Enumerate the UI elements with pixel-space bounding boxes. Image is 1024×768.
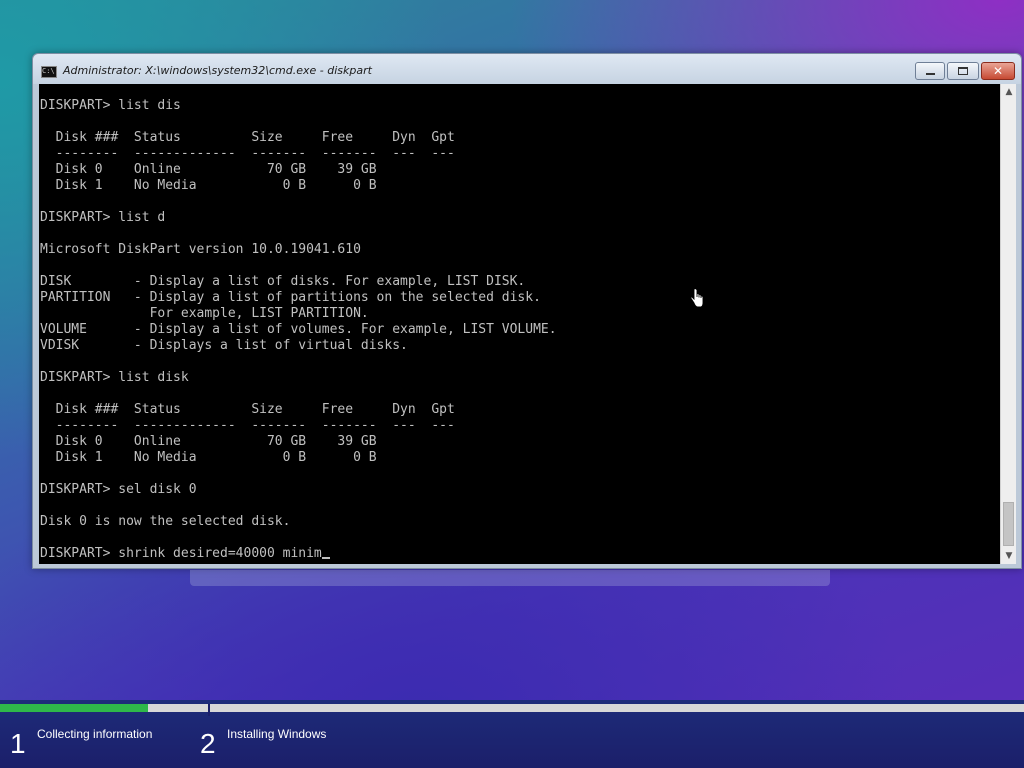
scrollbar-thumb[interactable]: [1003, 502, 1014, 546]
scroll-down-arrow-icon[interactable]: ▼: [1001, 548, 1017, 564]
progress-track: [0, 704, 1024, 716]
console-history: DISKPART> list dis Disk ### Status Size …: [40, 98, 557, 529]
console-text: DISKPART> list dis Disk ### Status Size …: [40, 98, 557, 562]
console-output[interactable]: DISKPART> list dis Disk ### Status Size …: [39, 84, 1000, 564]
progress-separator: [208, 704, 210, 716]
close-icon: ✕: [992, 64, 1004, 78]
window-title: Administrator: X:\windows\system32\cmd.e…: [63, 64, 372, 77]
maximize-icon: [948, 63, 978, 79]
step-number-1: 1: [10, 728, 26, 759]
hand-pointer-icon: [690, 288, 704, 308]
minimize-button[interactable]: [915, 62, 945, 80]
text-cursor: [321, 557, 330, 559]
scroll-up-arrow-icon[interactable]: ▲: [1001, 84, 1017, 100]
cmd-window: C:\ Administrator: X:\windows\system32\c…: [32, 53, 1022, 569]
step-number-2: 2: [200, 728, 216, 759]
window-titlebar[interactable]: C:\ Administrator: X:\windows\system32\c…: [33, 54, 1021, 84]
step-label-collecting: Collecting information: [37, 727, 153, 741]
maximize-button[interactable]: [947, 62, 979, 80]
window-shadow: [190, 570, 830, 586]
progress-fill: [0, 704, 149, 712]
cmd-icon: C:\: [41, 66, 57, 78]
close-button[interactable]: ✕: [981, 62, 1015, 80]
step-label-installing: Installing Windows: [227, 727, 327, 741]
setup-progress-bar: 1 Collecting information 2 Installing Wi…: [0, 700, 1024, 768]
console-input-line[interactable]: DISKPART> shrink desired=40000 minim: [40, 546, 322, 561]
vertical-scrollbar[interactable]: ▲ ▼: [1000, 84, 1016, 564]
minimize-icon: [916, 63, 944, 79]
